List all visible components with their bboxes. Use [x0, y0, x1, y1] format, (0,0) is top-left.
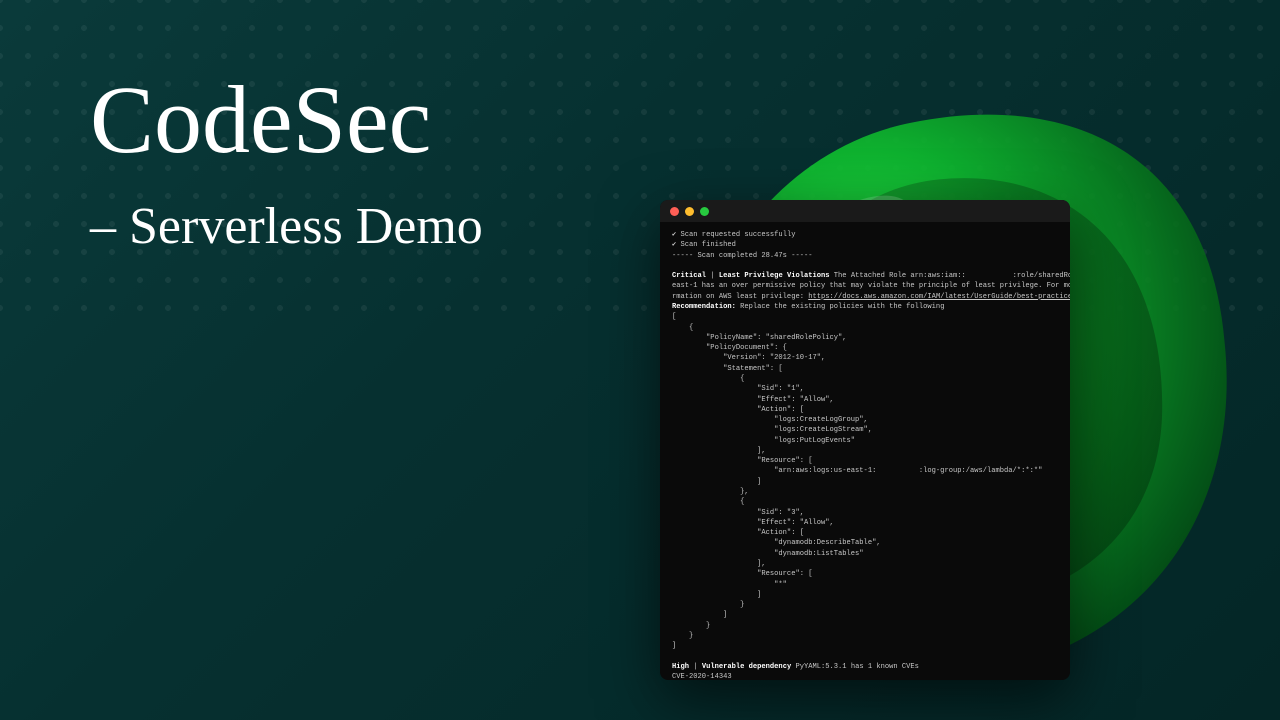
zoom-icon[interactable]: [700, 207, 709, 216]
finding-title: Vulnerable dependency: [702, 663, 791, 671]
severity-badge: Critical: [672, 272, 706, 280]
status-line: ✔ Scan finished: [672, 241, 736, 249]
status-line: ✔ Scan requested successfully: [672, 231, 795, 239]
finding-desc: east-1 has an over permissive policy tha…: [672, 282, 1070, 290]
terminal-titlebar: [660, 200, 1070, 222]
finding-desc: rmation on AWS least privilege:: [672, 293, 808, 301]
heading-block: CodeSec – Serverless Demo: [90, 70, 483, 256]
close-icon[interactable]: [670, 207, 679, 216]
recommendation-text: Replace the existing policies with the f…: [736, 303, 945, 311]
doc-link[interactable]: https://docs.aws.amazon.com/IAM/latest/U…: [808, 293, 1070, 301]
recommendation-label: Recommendation:: [672, 303, 736, 311]
policy-json: [ { "PolicyName": "sharedRolePolicy", "P…: [672, 313, 1042, 650]
finding-desc: The Attached Role arn:aws:iam:: :role/sh…: [830, 272, 1070, 280]
terminal-output: ✔ Scan requested successfully ✔ Scan fin…: [660, 222, 1070, 680]
finding-desc: PyYAML:5.3.1 has 1 known CVEs: [791, 663, 919, 671]
status-line: ----- Scan completed 28.47s -----: [672, 252, 812, 260]
terminal-window: ✔ Scan requested successfully ✔ Scan fin…: [660, 200, 1070, 680]
minimize-icon[interactable]: [685, 207, 694, 216]
finding-title: Least Privilege Violations: [719, 272, 830, 280]
severity-badge: High: [672, 663, 689, 671]
page-subtitle: – Serverless Demo: [90, 197, 483, 256]
page-title: CodeSec: [90, 70, 483, 171]
cve-id: CVE-2020-14343: [672, 673, 732, 680]
